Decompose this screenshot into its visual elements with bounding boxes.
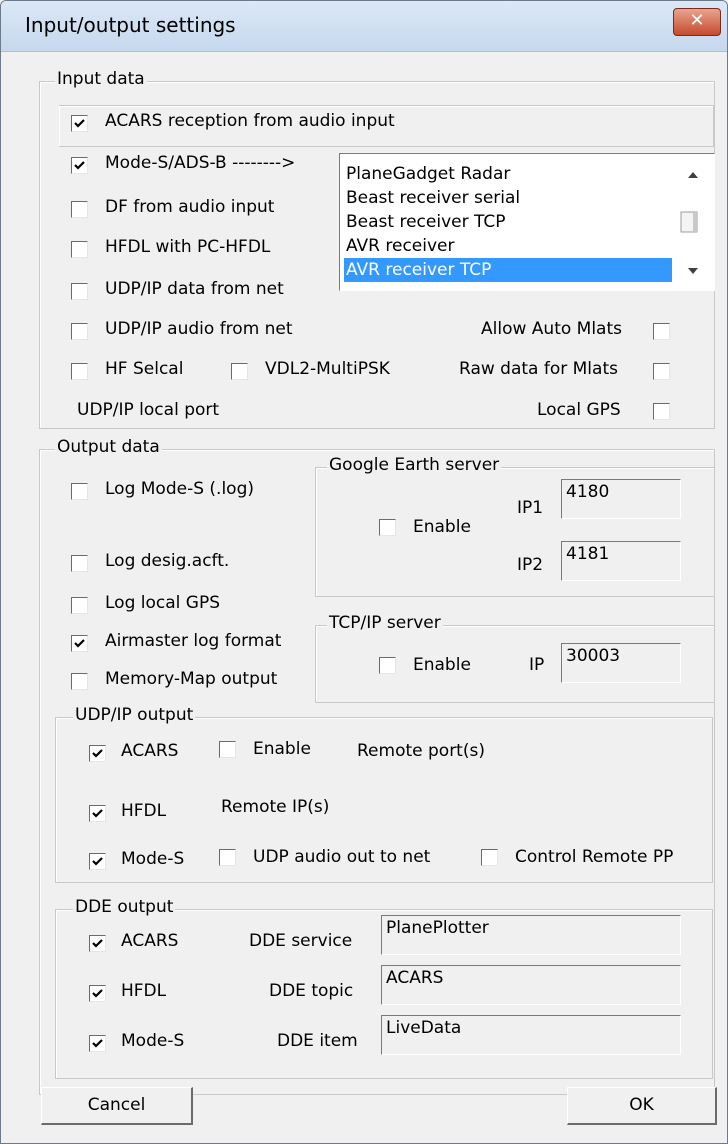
udp-audio-out-checkbox[interactable] bbox=[219, 849, 236, 866]
google-enable-checkbox[interactable] bbox=[379, 519, 396, 536]
acars-reception-checkbox[interactable] bbox=[71, 115, 88, 132]
airmaster-checkbox[interactable] bbox=[71, 635, 88, 652]
tcp-ip-label: IP bbox=[529, 655, 545, 675]
memmap-label: Memory-Map output bbox=[105, 669, 278, 689]
checkmark-icon bbox=[74, 639, 85, 648]
df-audio-checkbox[interactable] bbox=[71, 201, 88, 218]
udp-local-port-label: UDP/IP local port bbox=[77, 400, 220, 420]
checkmark-icon bbox=[92, 809, 103, 818]
udp-acars-checkbox[interactable] bbox=[89, 745, 106, 762]
airmaster-label: Airmaster log format bbox=[105, 631, 282, 651]
allow-auto-mlats-checkbox[interactable] bbox=[653, 323, 670, 340]
hf-selcal-checkbox[interactable] bbox=[71, 363, 88, 380]
modes-adsb-checkbox[interactable] bbox=[71, 157, 88, 174]
udp-enable-label: Enable bbox=[253, 739, 311, 759]
modes-adsb-label: Mode-S/ADS-B --------> bbox=[105, 153, 296, 173]
cancel-button[interactable]: Cancel bbox=[41, 1087, 193, 1125]
dde-output-legend: DDE output bbox=[73, 897, 176, 917]
checkmark-icon bbox=[92, 749, 103, 758]
remote-ports-label: Remote port(s) bbox=[357, 741, 485, 761]
udp-modes-checkbox[interactable] bbox=[89, 853, 106, 870]
udp-modes-label: Mode-S bbox=[121, 849, 185, 869]
udp-output-legend: UDP/IP output bbox=[73, 705, 196, 725]
ok-button[interactable]: OK bbox=[567, 1087, 717, 1125]
list-item[interactable]: Beast receiver serial bbox=[346, 186, 520, 210]
udp-hfdl-label: HFDL bbox=[121, 801, 167, 821]
udp-hfdl-checkbox[interactable] bbox=[89, 805, 106, 822]
hfdl-pchfdl-checkbox[interactable] bbox=[71, 241, 88, 258]
checkmark-icon bbox=[92, 857, 103, 866]
log-modes-checkbox[interactable] bbox=[71, 483, 88, 500]
window-title: Input/output settings bbox=[25, 13, 236, 37]
log-desig-checkbox[interactable] bbox=[71, 555, 88, 572]
google-earth-legend: Google Earth server bbox=[327, 455, 502, 475]
vdl2-label: VDL2-MultiPSK bbox=[265, 359, 390, 379]
title-bar: Input/output settings ✕ bbox=[1, 1, 727, 52]
ip1-label: IP1 bbox=[517, 498, 544, 518]
allow-auto-mlats-label: Allow Auto Mlats bbox=[481, 319, 622, 339]
dde-modes-checkbox[interactable] bbox=[89, 1035, 106, 1052]
log-modes-label: Log Mode-S (.log) bbox=[105, 479, 254, 499]
checkmark-icon bbox=[74, 119, 85, 128]
control-pp-checkbox[interactable] bbox=[481, 849, 498, 866]
scroll-down-icon bbox=[688, 268, 698, 274]
google-enable-label: Enable bbox=[413, 517, 471, 537]
dde-hfdl-checkbox[interactable] bbox=[89, 985, 106, 1002]
ip1-field[interactable]: 4180 bbox=[561, 479, 681, 519]
list-item-selected[interactable]: AVR receiver TCP bbox=[344, 258, 672, 282]
memmap-checkbox[interactable] bbox=[71, 673, 88, 690]
checkmark-icon bbox=[74, 161, 85, 170]
dialog-window: Input/output settings ✕ Input data ACARS… bbox=[0, 0, 728, 1144]
checkmark-icon bbox=[92, 989, 103, 998]
ip2-field[interactable]: 4181 bbox=[561, 541, 681, 581]
tcp-enable-label: Enable bbox=[413, 655, 471, 675]
dde-topic-field[interactable]: ACARS bbox=[381, 965, 681, 1005]
log-gps-checkbox[interactable] bbox=[71, 597, 88, 614]
ip2-label: IP2 bbox=[517, 555, 544, 575]
dde-topic-label: DDE topic bbox=[269, 981, 354, 1001]
list-scrollbar[interactable] bbox=[674, 154, 712, 290]
udp-audio-out-label: UDP audio out to net bbox=[253, 847, 431, 867]
control-pp-label: Control Remote PP bbox=[515, 847, 674, 867]
tcp-ip-field[interactable]: 30003 bbox=[561, 643, 681, 683]
output-data-legend: Output data bbox=[55, 437, 162, 457]
receiver-listbox[interactable]: PlaneGadget Radar Beast receiver serial … bbox=[339, 153, 715, 291]
df-audio-label: DF from audio input bbox=[105, 197, 275, 217]
dde-item-label: DDE item bbox=[277, 1031, 358, 1051]
log-desig-label: Log desig.acft. bbox=[105, 551, 230, 571]
dde-item-field[interactable]: LiveData bbox=[381, 1015, 681, 1055]
list-item[interactable]: PlaneGadget Radar bbox=[346, 162, 510, 186]
dde-acars-checkbox[interactable] bbox=[89, 935, 106, 952]
log-gps-label: Log local GPS bbox=[105, 593, 220, 613]
dde-acars-label: ACARS bbox=[121, 931, 179, 951]
remote-ips-label: Remote IP(s) bbox=[221, 797, 330, 817]
udp-audio-checkbox[interactable] bbox=[71, 323, 88, 340]
dde-service-field[interactable]: PlanePlotter bbox=[381, 915, 681, 955]
raw-data-mlats-checkbox[interactable] bbox=[653, 363, 670, 380]
close-button[interactable]: ✕ bbox=[673, 8, 721, 36]
dde-service-label: DDE service bbox=[249, 931, 353, 951]
list-item[interactable]: Beast receiver TCP bbox=[346, 210, 506, 234]
acars-reception-label: ACARS reception from audio input bbox=[105, 111, 395, 131]
vdl2-checkbox[interactable] bbox=[231, 363, 248, 380]
hfdl-pchfdl-label: HFDL with PC-HFDL bbox=[105, 237, 271, 257]
list-item[interactable]: AVR receiver bbox=[346, 234, 455, 258]
dde-hfdl-label: HFDL bbox=[121, 981, 167, 1001]
udp-acars-label: ACARS bbox=[121, 741, 179, 761]
tcp-server-legend: TCP/IP server bbox=[327, 613, 443, 633]
local-gps-checkbox[interactable] bbox=[653, 403, 670, 420]
tcp-enable-checkbox[interactable] bbox=[379, 657, 396, 674]
hf-selcal-label: HF Selcal bbox=[105, 359, 184, 379]
udp-data-checkbox[interactable] bbox=[71, 283, 88, 300]
udp-data-label: UDP/IP data from net bbox=[105, 279, 284, 299]
raw-data-mlats-label: Raw data for Mlats bbox=[459, 359, 618, 379]
local-gps-label: Local GPS bbox=[537, 400, 621, 420]
dde-modes-label: Mode-S bbox=[121, 1031, 185, 1051]
checkmark-icon bbox=[92, 1039, 103, 1048]
input-data-legend: Input data bbox=[55, 69, 147, 89]
checkmark-icon bbox=[92, 939, 103, 948]
scroll-up-icon bbox=[688, 172, 698, 178]
udp-enable-checkbox[interactable] bbox=[219, 741, 236, 758]
udp-audio-label: UDP/IP audio from net bbox=[105, 319, 293, 339]
